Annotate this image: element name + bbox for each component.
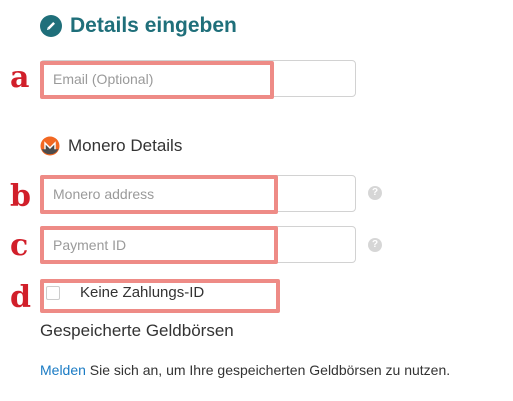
login-link[interactable]: Melden bbox=[40, 362, 86, 378]
pencil-icon bbox=[40, 15, 62, 37]
no-payment-id-checkbox[interactable] bbox=[46, 285, 60, 300]
login-prompt-text: Sie sich an, um Ihre gespeicherten Geldb… bbox=[85, 362, 451, 378]
details-header: Details eingeben bbox=[40, 10, 237, 42]
annotation-marker-a: a bbox=[10, 60, 30, 95]
payment-details-form: Details eingeben a Monero Details b ? c … bbox=[0, 0, 513, 401]
no-payment-id-option[interactable]: Keine Zahlungs-ID bbox=[46, 284, 204, 301]
annotation-marker-b: b bbox=[10, 179, 31, 214]
help-icon[interactable]: ? bbox=[368, 238, 382, 252]
annotation-marker-d: d bbox=[10, 280, 31, 315]
no-payment-id-label[interactable]: Keine Zahlungs-ID bbox=[80, 284, 204, 301]
page-title: Details eingeben bbox=[70, 14, 237, 37]
email-input[interactable] bbox=[53, 61, 273, 96]
monero-logo-icon bbox=[40, 136, 60, 156]
login-prompt: Melden Sie sich an, um Ihre gespeicherte… bbox=[40, 362, 450, 378]
annotation-marker-c: c bbox=[10, 228, 29, 263]
payment-id-input[interactable] bbox=[53, 227, 273, 262]
monero-details-header: Monero Details bbox=[40, 134, 182, 158]
saved-wallets-heading: Gespeicherte Geldbörsen bbox=[40, 321, 234, 340]
section-title: Monero Details bbox=[68, 136, 183, 155]
monero-address-input[interactable] bbox=[53, 176, 273, 211]
email-field[interactable] bbox=[40, 60, 356, 97]
payment-id-field[interactable] bbox=[40, 226, 356, 263]
monero-address-field[interactable] bbox=[40, 175, 356, 212]
help-icon[interactable]: ? bbox=[368, 186, 382, 200]
